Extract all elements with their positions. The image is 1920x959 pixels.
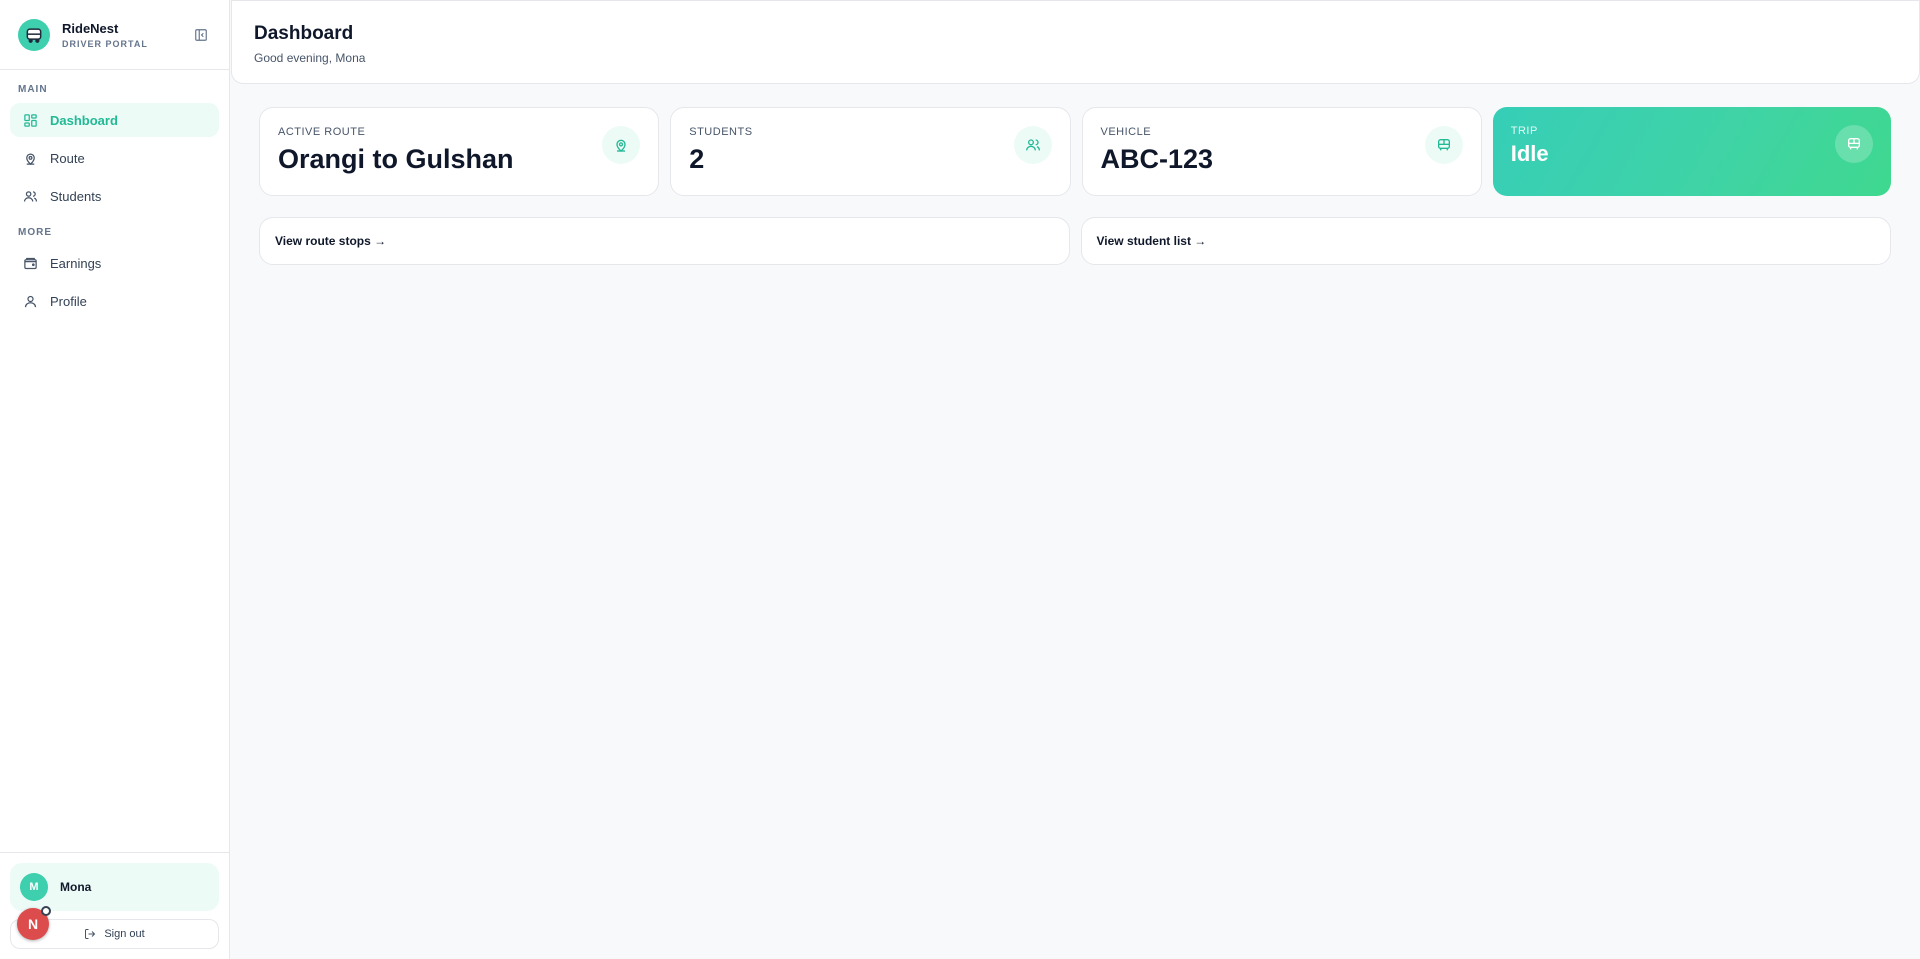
quick-links-row: View route stops → View student list → — [259, 217, 1891, 265]
users-icon — [1013, 126, 1052, 164]
avatar: M — [20, 873, 48, 901]
view-student-list-link[interactable]: View student list → — [1080, 217, 1891, 265]
stat-card-students: STUDENTS 2 — [670, 107, 1071, 196]
floating-badge-letter: N — [27, 916, 39, 932]
notification-dot — [41, 906, 51, 916]
user-icon — [22, 293, 38, 309]
brand-name: RideNest — [62, 20, 119, 36]
sidebar-item-label: Earnings — [50, 255, 102, 271]
sidebar-item-students[interactable]: Students — [10, 179, 219, 213]
view-route-stops-link[interactable]: View route stops → — [259, 217, 1070, 265]
sidebar-item-earnings[interactable]: Earnings — [10, 246, 219, 280]
sidebar-item-label: Dashboard — [50, 112, 118, 128]
stat-card-trip: TRIP Idle — [1492, 107, 1891, 196]
sidebar-footer: M Mona Sign out — [0, 852, 229, 959]
nav-section-more: MORE Earnings Profile — [0, 217, 229, 322]
stat-label: VEHICLE — [1100, 126, 1152, 138]
user-name: Mona — [60, 880, 92, 894]
brand-header: RideNest DRIVER PORTAL — [0, 0, 229, 70]
stat-value: ABC-123 — [1100, 144, 1214, 174]
nav-heading-more: MORE — [18, 227, 52, 238]
map-pin-icon — [22, 150, 38, 166]
wallet-icon — [22, 255, 38, 271]
sidebar: RideNest DRIVER PORTAL MAIN Dashboard Ro… — [0, 0, 230, 959]
sidebar-item-route[interactable]: Route — [10, 141, 219, 175]
floating-n-badge[interactable]: N — [17, 906, 51, 940]
stat-label: STUDENTS — [689, 126, 753, 138]
brand-text: RideNest DRIVER PORTAL — [62, 21, 148, 49]
stat-label: ACTIVE ROUTE — [278, 126, 366, 138]
stat-card-active-route: ACTIVE ROUTE Orangi to Gulshan — [259, 107, 660, 196]
stat-label: TRIP — [1510, 125, 1538, 137]
users-icon — [22, 188, 38, 204]
sidebar-item-profile[interactable]: Profile — [10, 284, 219, 318]
sidebar-collapse-icon[interactable] — [193, 27, 209, 43]
bus-logo-icon — [18, 18, 50, 51]
nav-heading-main: MAIN — [18, 84, 48, 95]
stats-row: ACTIVE ROUTE Orangi to Gulshan STUDENTS … — [259, 107, 1891, 196]
map-pin-icon — [602, 126, 641, 164]
user-card[interactable]: M Mona — [10, 863, 219, 911]
page-subtitle: Good evening, Mona — [254, 51, 366, 65]
stat-card-vehicle: VEHICLE ABC-123 — [1081, 107, 1482, 196]
sidebar-item-label: Students — [50, 188, 102, 204]
logout-icon — [84, 928, 96, 940]
stat-value: 2 — [689, 144, 705, 174]
bus-icon — [1835, 125, 1873, 163]
page-title: Dashboard — [254, 23, 354, 44]
dashboard-icon — [22, 112, 38, 128]
stat-value: Idle — [1510, 141, 1549, 166]
sidebar-item-dashboard[interactable]: Dashboard — [10, 103, 219, 137]
bus-icon — [1424, 126, 1463, 164]
sidebar-item-label: Route — [50, 150, 85, 166]
sidebar-item-label: Profile — [50, 293, 87, 309]
sign-out-label: Sign out — [104, 928, 145, 940]
page-header: Dashboard Good evening, Mona — [231, 0, 1920, 84]
stat-value: Orangi to Gulshan — [278, 144, 514, 174]
nav-section-main: MAIN Dashboard Route Students — [0, 70, 229, 217]
brand-subtitle: DRIVER PORTAL — [62, 38, 148, 49]
